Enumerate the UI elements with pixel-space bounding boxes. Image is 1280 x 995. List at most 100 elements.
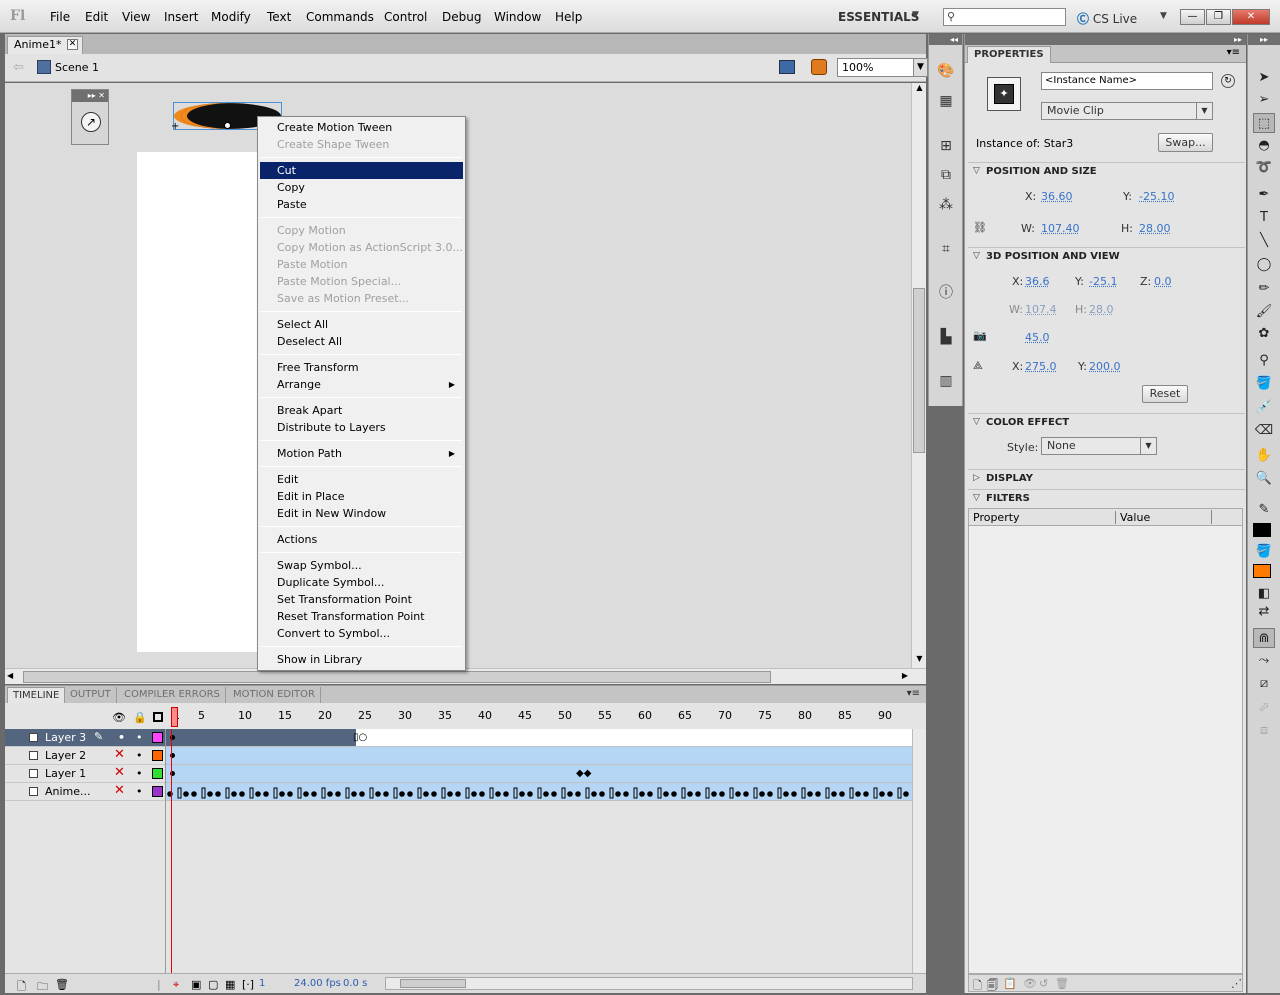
section-color-effect[interactable]: ▽ COLOR EFFECT: [968, 413, 1245, 431]
visible-dot-icon[interactable]: •: [118, 731, 125, 744]
menu-item-show-in-library[interactable]: Show in Library: [260, 651, 463, 668]
stroke-color-swatch[interactable]: [1253, 523, 1271, 537]
scroll-left-icon[interactable]: ◀: [7, 671, 13, 680]
lock-dot-icon[interactable]: •: [136, 731, 143, 744]
deco-tool-icon[interactable]: ✿: [1253, 324, 1275, 344]
scrollbar-thumb[interactable]: [913, 288, 925, 453]
section-display[interactable]: ▷ DISPLAY: [968, 469, 1245, 487]
tab-timeline[interactable]: TIMELINE: [7, 687, 66, 704]
menu-file[interactable]: File: [50, 10, 70, 24]
menu-debug[interactable]: Debug: [442, 10, 481, 24]
chevron-down-icon[interactable]: ▼: [912, 10, 919, 20]
tween-span[interactable]: [166, 729, 356, 746]
menu-item-distribute-to-layers[interactable]: Distribute to Layers: [260, 419, 463, 436]
y-value[interactable]: -25.10: [1139, 190, 1174, 203]
column-header-property[interactable]: Property: [973, 511, 1020, 524]
close-icon[interactable]: ✕: [67, 39, 78, 50]
menu-item-create-motion-tween[interactable]: Create Motion Tween: [260, 119, 463, 136]
scroll-down-icon[interactable]: ▼: [912, 654, 927, 668]
onion-outline-icon[interactable]: ▢: [208, 978, 218, 991]
menu-item-edit[interactable]: Edit: [260, 471, 463, 488]
fill-color-icon[interactable]: 🪣: [1253, 542, 1275, 562]
free-transform-tool-icon[interactable]: ⬚: [1253, 113, 1275, 133]
hidden-x-icon[interactable]: ✕: [114, 747, 125, 762]
align-panel-icon[interactable]: ▙: [937, 328, 955, 346]
scroll-up-icon[interactable]: ▲: [912, 83, 927, 97]
menu-item-free-transform[interactable]: Free Transform: [260, 359, 463, 376]
scroll-right-icon[interactable]: ▶: [902, 671, 908, 680]
layer-name[interactable]: Anime...: [45, 785, 91, 798]
lock-icon[interactable]: 🔒: [133, 711, 147, 724]
tab-properties[interactable]: PROPERTIES: [967, 46, 1051, 63]
presets-icon[interactable]: 🗐: [987, 977, 998, 995]
frame-row[interactable]: ◆◆: [166, 765, 913, 783]
clipboard-icon[interactable]: 📋: [1003, 977, 1017, 990]
new-folder-icon[interactable]: 🗀: [37, 978, 48, 995]
menu-insert[interactable]: Insert: [164, 10, 198, 24]
delete-filter-icon[interactable]: 🗑: [1055, 977, 1069, 990]
color-icon[interactable]: 🎨: [937, 62, 955, 80]
bone-tool-icon[interactable]: ⚲: [1253, 351, 1275, 371]
close-button[interactable]: ✕: [1232, 9, 1270, 25]
delete-icon[interactable]: 🗑: [55, 978, 69, 991]
new-layer-icon[interactable]: 🗋: [17, 978, 26, 995]
modify-markers-icon[interactable]: [·]: [242, 978, 254, 991]
workspace-switcher[interactable]: ESSENTIALS: [838, 10, 919, 24]
hidden-x-icon[interactable]: ✕: [114, 765, 125, 780]
chevron-down-icon[interactable]: ▼: [1140, 438, 1156, 454]
menu-item-cut[interactable]: Cut: [260, 162, 463, 179]
edit-symbols-icon[interactable]: [811, 59, 827, 75]
menu-help[interactable]: Help: [555, 10, 582, 24]
outline-icon[interactable]: [153, 712, 163, 722]
lock-proportions-icon[interactable]: ⛓: [973, 221, 987, 234]
menu-edit[interactable]: Edit: [85, 10, 108, 24]
minimize-button[interactable]: —: [1180, 9, 1205, 25]
menu-item-duplicate-symbol[interactable]: Duplicate Symbol...: [260, 574, 463, 591]
scroll-to-playhead-icon[interactable]: |: [157, 978, 161, 991]
center-frame-icon[interactable]: ⌖: [173, 978, 179, 992]
menu-text[interactable]: Text: [267, 10, 291, 24]
frame-row[interactable]: [166, 783, 913, 801]
eye-icon[interactable]: 👁: [112, 711, 126, 724]
onion-skin-icon[interactable]: ▣: [191, 978, 201, 991]
frame-grid[interactable]: ▯○ ◆◆: [165, 729, 913, 973]
layer-row[interactable]: Layer 3 ✎ • •: [5, 729, 165, 747]
w-value[interactable]: 107.40: [1041, 222, 1080, 235]
tab-document[interactable]: Anime1* ✕: [7, 36, 83, 54]
frame-ruler[interactable]: 1 5 10 15 20 25 30 35 40 45 50 55 60 65 …: [170, 703, 914, 729]
search-input[interactable]: ⚲: [943, 8, 1066, 26]
current-frame[interactable]: 1: [259, 978, 265, 989]
menu-item-actions[interactable]: Actions: [260, 531, 463, 548]
eraser-tool-icon[interactable]: ⌫: [1253, 421, 1275, 441]
straighten-icon[interactable]: ⧄: [1253, 674, 1275, 694]
section-position-and-size[interactable]: ▽ POSITION AND SIZE: [968, 162, 1245, 180]
stage-vertical-scrollbar[interactable]: ▲ ▼: [911, 83, 926, 668]
add-filter-icon[interactable]: 🗋: [973, 977, 982, 995]
menu-item-convert-to-symbol[interactable]: Convert to Symbol...: [260, 625, 463, 642]
layer-color-swatch[interactable]: [152, 732, 163, 743]
info-icon[interactable]: ⓘ: [937, 284, 955, 302]
motion-presets-icon[interactable]: ⁂: [937, 196, 955, 214]
timeline-vertical-scrollbar[interactable]: [912, 729, 926, 973]
panel-expand-icon[interactable]: ◂◂: [929, 34, 962, 45]
layer-name[interactable]: Layer 1: [45, 767, 86, 780]
pen-tool-icon[interactable]: ✒: [1253, 185, 1275, 205]
menu-window[interactable]: Window: [494, 10, 541, 24]
panel-collapse-icon[interactable]: ▸▸: [1248, 34, 1280, 45]
lock-dot-icon[interactable]: •: [136, 749, 143, 762]
panel-collapse-icon[interactable]: ▸▸: [965, 34, 1246, 45]
menu-item-deselect-all[interactable]: Deselect All: [260, 333, 463, 350]
panel-menu-icon[interactable]: ▾≡: [1227, 47, 1240, 58]
menu-commands[interactable]: Commands: [306, 10, 374, 24]
column-header-value[interactable]: Value: [1115, 511, 1150, 524]
perspective-angle-value[interactable]: 45.0: [1025, 331, 1050, 344]
lock-dot-icon[interactable]: •: [136, 785, 143, 798]
lock-dot-icon[interactable]: •: [136, 767, 143, 780]
transform-icon[interactable]: ⌗: [937, 240, 955, 258]
3d-z-value[interactable]: 0.0: [1154, 275, 1172, 288]
smooth-icon[interactable]: ⤳: [1253, 651, 1275, 671]
brush-tool-icon[interactable]: 🖌: [1253, 302, 1275, 322]
3d-y-value[interactable]: -25.1: [1089, 275, 1117, 288]
layer-color-swatch[interactable]: [152, 768, 163, 779]
layer-color-swatch[interactable]: [152, 750, 163, 761]
